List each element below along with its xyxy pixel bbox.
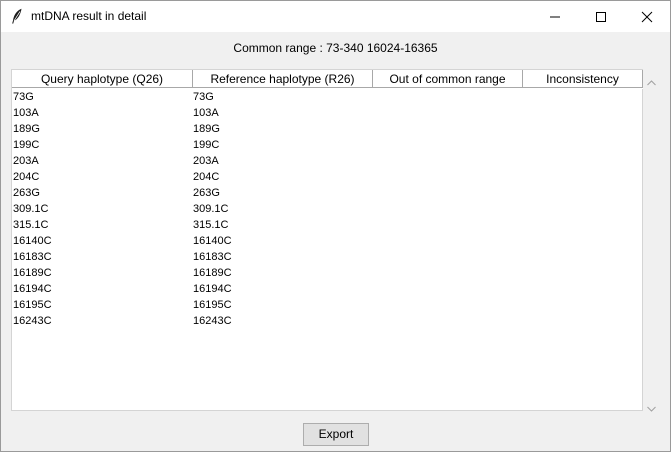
reference-cell: 203A (193, 155, 219, 167)
query-cell: 309.1C (13, 203, 49, 215)
chevron-up-icon[interactable] (647, 73, 656, 91)
query-cell: 16243C (13, 315, 52, 327)
column-header-reference[interactable]: Reference haplotype (R26) (193, 70, 373, 88)
reference-cell: 199C (193, 139, 220, 151)
reference-cell: 204C (193, 171, 220, 183)
query-cell: 189G (13, 123, 40, 135)
result-table[interactable]: Query haplotype (Q26) Reference haplotyp… (11, 69, 643, 411)
window-title: mtDNA result in detail (31, 9, 147, 23)
reference-cell: 16194C (193, 283, 232, 295)
table-row[interactable]: 263G 263G (12, 185, 643, 201)
query-cell: 203A (13, 155, 39, 167)
reference-cell: 103A (193, 107, 219, 119)
query-cell: 103A (13, 107, 39, 119)
common-range-label: Common range : 73-340 16024-16365 (233, 41, 438, 55)
query-cell: 16189C (13, 267, 52, 279)
table-row[interactable]: 16243C 16243C (12, 313, 643, 329)
table-row[interactable]: 315.1C 315.1C (12, 217, 643, 233)
query-cell: 16183C (13, 251, 52, 263)
reference-cell: 73G (193, 91, 214, 103)
close-icon (641, 11, 653, 23)
table-row[interactable]: 189G 189G (12, 121, 643, 137)
reference-cell: 16243C (193, 315, 232, 327)
minimize-icon (550, 16, 560, 18)
reference-cell: 263G (193, 187, 220, 199)
query-cell: 16194C (13, 283, 52, 295)
table-row[interactable]: 203A 203A (12, 153, 643, 169)
table-body: 73G 73G 103A 103A 189G 189G 199C 199C 203A 203A 20… (12, 89, 643, 329)
reference-cell: 16183C (193, 251, 232, 263)
reference-cell: 16195C (193, 299, 232, 311)
query-cell: 315.1C (13, 219, 49, 231)
query-cell: 199C (13, 139, 40, 151)
table-row[interactable]: 103A 103A (12, 105, 643, 121)
query-cell: 16140C (13, 235, 52, 247)
column-header-query[interactable]: Query haplotype (Q26) (12, 70, 193, 88)
result-window: mtDNA result in detail Common range : 73… (0, 0, 671, 452)
close-button[interactable] (624, 1, 670, 32)
reference-cell: 16140C (193, 235, 232, 247)
vertical-scrollbar[interactable] (643, 69, 660, 412)
reference-cell: 189G (193, 123, 220, 135)
title-bar[interactable]: mtDNA result in detail (1, 1, 670, 32)
table-header: Query haplotype (Q26) Reference haplotyp… (12, 70, 643, 89)
query-cell: 204C (13, 171, 40, 183)
table-row[interactable]: 73G 73G (12, 89, 643, 105)
maximize-icon (596, 12, 606, 22)
column-header-out-of-range[interactable]: Out of common range (373, 70, 523, 88)
feather-icon (11, 8, 23, 24)
table-row[interactable]: 16140C 16140C (12, 233, 643, 249)
query-cell: 16195C (13, 299, 52, 311)
column-header-inconsistency[interactable]: Inconsistency (523, 70, 643, 88)
table-row[interactable]: 309.1C 309.1C (12, 201, 643, 217)
reference-cell: 16189C (193, 267, 232, 279)
table-row[interactable]: 199C 199C (12, 137, 643, 153)
table-row[interactable]: 16194C 16194C (12, 281, 643, 297)
query-cell: 263G (13, 187, 40, 199)
maximize-button[interactable] (578, 1, 624, 32)
chevron-down-icon[interactable] (647, 399, 656, 417)
table-row[interactable]: 16195C 16195C (12, 297, 643, 313)
query-cell: 73G (13, 91, 34, 103)
table-row[interactable]: 16183C 16183C (12, 249, 643, 265)
table-row[interactable]: 204C 204C (12, 169, 643, 185)
table-row[interactable]: 16189C 16189C (12, 265, 643, 281)
export-button[interactable]: Export (303, 423, 369, 446)
minimize-button[interactable] (532, 1, 578, 32)
reference-cell: 315.1C (193, 219, 229, 231)
reference-cell: 309.1C (193, 203, 229, 215)
